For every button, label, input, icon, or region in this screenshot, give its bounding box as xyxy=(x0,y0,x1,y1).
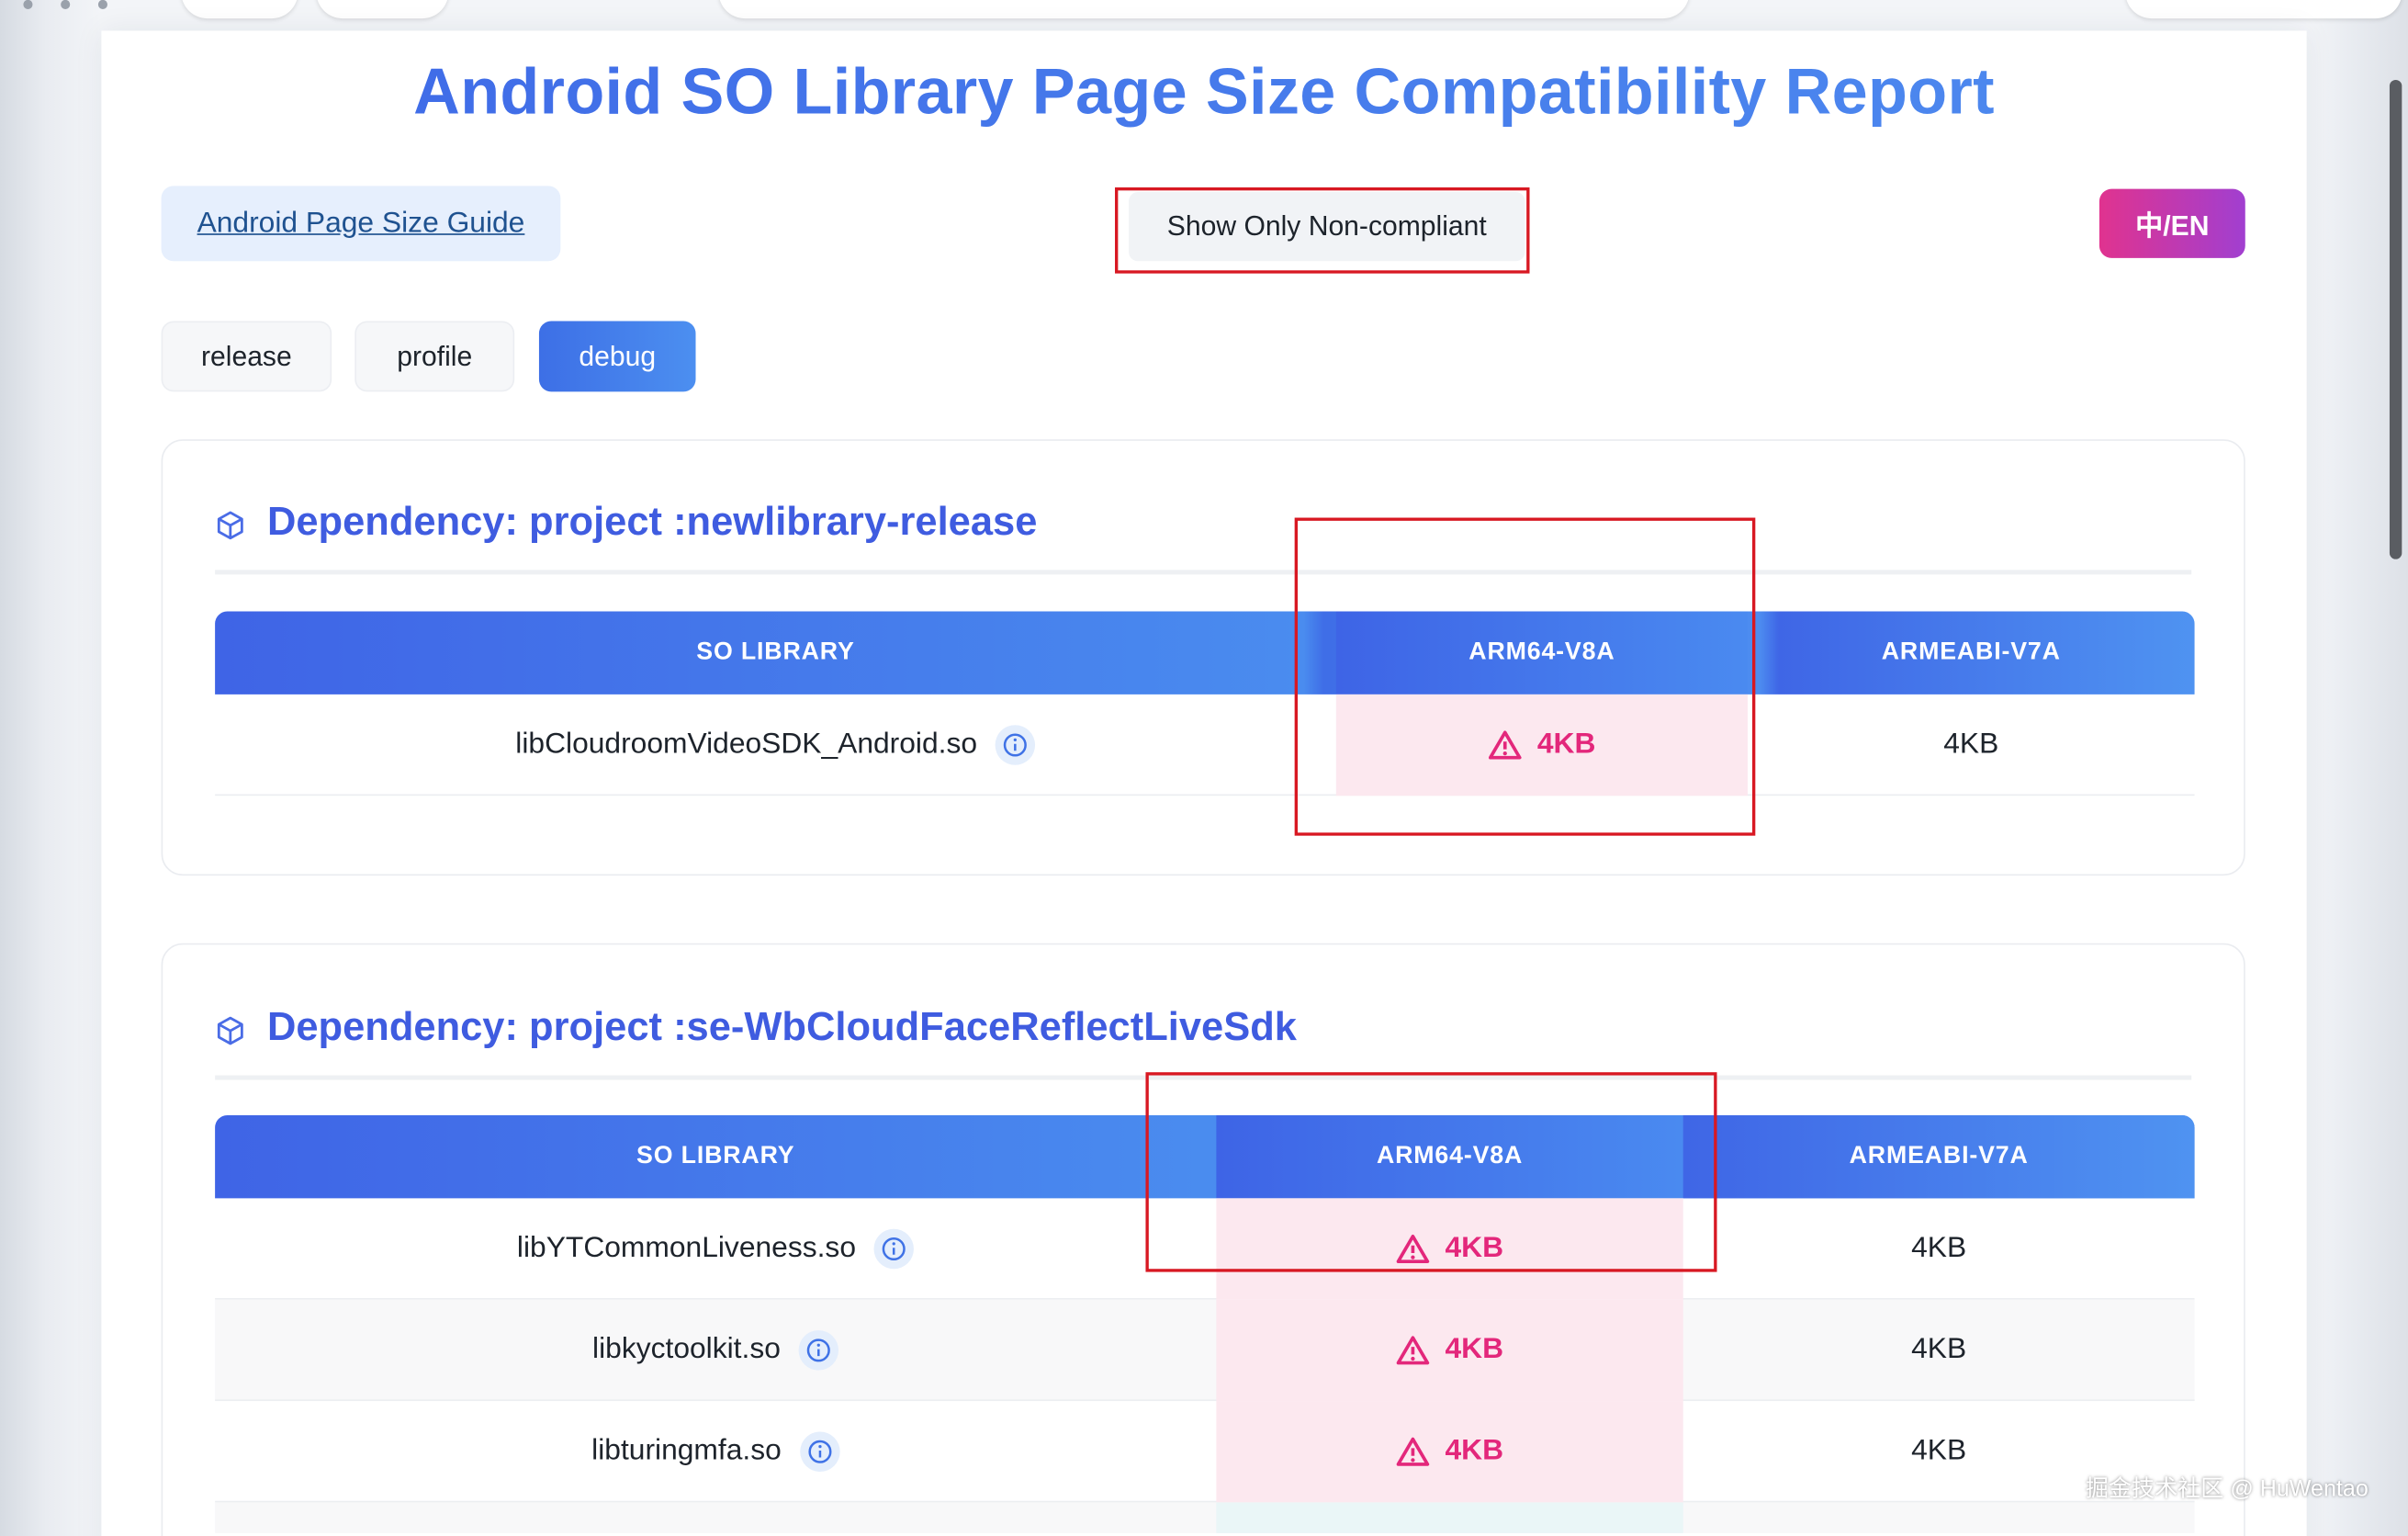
info-icon[interactable] xyxy=(799,1431,840,1472)
column-header-arm64[interactable]: ARM64-V8A xyxy=(1335,611,1748,695)
browser-toolbar-right[interactable] xyxy=(2125,0,2402,19)
info-icon[interactable] xyxy=(996,725,1036,765)
column-header-armeabi[interactable]: ARMEABI-V7A xyxy=(1748,612,2195,695)
tab-profile[interactable]: profile xyxy=(354,321,515,392)
dependency-section: Dependency: project :newlibrary-release … xyxy=(161,439,2245,876)
arm64-size: 4KB xyxy=(1445,1232,1504,1265)
column-header-so-library[interactable]: SO LIBRARY xyxy=(215,1115,1216,1198)
library-name-cell: libkyctoolkit.so xyxy=(215,1300,1216,1401)
tab-release[interactable]: release xyxy=(161,321,332,392)
arm64-size: 4KB xyxy=(1445,1434,1504,1467)
library-name: libYTCommonLiveness.so xyxy=(516,1232,856,1265)
browser-nav-buttons[interactable] xyxy=(316,0,449,19)
package-icon xyxy=(217,511,243,540)
page-size-guide-link[interactable]: Android Page Size Guide xyxy=(161,186,561,262)
info-icon[interactable] xyxy=(874,1228,915,1270)
browser-viewport: ● ● ● Android SO Library Page Size Compa… xyxy=(0,0,2408,1536)
armeabi-size-cell: 4KB xyxy=(1911,1333,1967,1366)
page-title: Android SO Library Page Size Compatibili… xyxy=(0,55,2408,129)
table-row-partial xyxy=(215,1502,2195,1533)
column-header-arm64[interactable]: ARM64-V8A xyxy=(1216,1115,1683,1199)
watermark: 掘金技术社区 @ HuWentao xyxy=(2085,1475,2369,1503)
dependency-section: Dependency: project :se-WbCloudFaceRefle… xyxy=(161,943,2245,1536)
column-header-armeabi[interactable]: ARMEABI-V7A xyxy=(1682,1115,2195,1199)
address-bar[interactable] xyxy=(718,0,1690,19)
arm64-size-cell: 4KB xyxy=(1216,1299,1683,1402)
show-non-compliant-button[interactable]: Show Only Non-compliant xyxy=(1129,192,1525,262)
package-icon xyxy=(217,1016,243,1045)
library-name: libturingmfa.so xyxy=(591,1434,782,1467)
window-controls[interactable]: ● ● ● xyxy=(21,0,118,16)
so-library-table: SO LIBRARY ARM64-V8A ARMEABI-V7A libYTCo… xyxy=(215,1115,2195,1536)
arm64-size-cell: 4KB xyxy=(1216,1401,1683,1503)
arm64-size-cell: 4KB xyxy=(1216,1198,1683,1300)
dependency-title: Dependency: project :newlibrary-release xyxy=(266,497,1038,544)
arm64-size: 4KB xyxy=(1536,728,1596,761)
divider xyxy=(215,1075,2192,1080)
language-toggle-button[interactable]: 中/EN xyxy=(2099,188,2245,258)
table-row: libCloudroomVideoSDK_Android.so 4KB 4KB xyxy=(215,694,2195,796)
divider xyxy=(215,570,2192,575)
table-row: libkyctoolkit.so 4KB 4KB xyxy=(215,1299,2195,1402)
table-header: SO LIBRARY ARM64-V8A ARMEABI-V7A xyxy=(215,1115,2195,1199)
warning-icon xyxy=(1396,1437,1430,1467)
library-name-cell: libYTCommonLiveness.so xyxy=(215,1198,1216,1299)
column-header-so-library[interactable]: SO LIBRARY xyxy=(215,612,1336,695)
armeabi-size-cell: 4KB xyxy=(1911,1232,1967,1265)
arm64-size: 4KB xyxy=(1445,1333,1504,1366)
warning-icon xyxy=(1488,729,1522,760)
library-name: libCloudroomVideoSDK_Android.so xyxy=(515,728,978,761)
so-library-table: SO LIBRARY ARM64-V8A ARMEABI-V7A libClou… xyxy=(215,611,2195,796)
library-name-cell: libCloudroomVideoSDK_Android.so xyxy=(215,695,1336,796)
info-icon[interactable] xyxy=(798,1330,839,1371)
warning-icon xyxy=(1396,1335,1430,1365)
browser-sidebar-button[interactable] xyxy=(181,0,298,19)
armeabi-size-cell: 4KB xyxy=(1943,728,1999,761)
tab-debug[interactable]: debug xyxy=(538,321,696,392)
table-row: libYTCommonLiveness.so 4KB 4KB xyxy=(215,1198,2195,1300)
arm64-size-cell xyxy=(1216,1502,1683,1533)
warning-icon xyxy=(1396,1234,1430,1264)
page-scrollbar[interactable] xyxy=(2389,79,2402,559)
library-name: libkyctoolkit.so xyxy=(592,1333,781,1366)
dependency-title: Dependency: project :se-WbCloudFaceRefle… xyxy=(266,1002,1297,1050)
table-header: SO LIBRARY ARM64-V8A ARMEABI-V7A xyxy=(215,611,2195,695)
arm64-size-cell: 4KB xyxy=(1335,694,1748,796)
table-row: libturingmfa.so 4KB 4KB xyxy=(215,1401,2195,1503)
library-name-cell: libturingmfa.so xyxy=(215,1401,1216,1502)
